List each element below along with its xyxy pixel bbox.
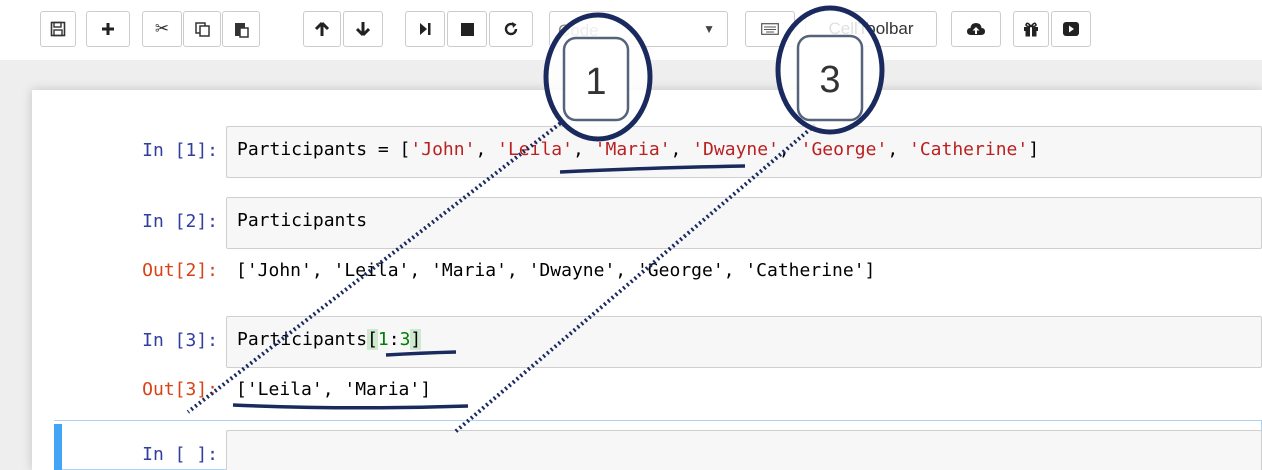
save-icon: [50, 21, 66, 37]
run-next-icon: [418, 22, 432, 36]
command-palette-button[interactable]: [745, 11, 795, 47]
restart-kernel-button[interactable]: [489, 11, 533, 47]
jupyter-notebook-screenshot: ✂ Code ▼ CellToolbar In [1]: Participant…: [0, 0, 1262, 470]
stop-icon: [460, 22, 474, 36]
empty-code-cell-input[interactable]: [226, 430, 1262, 470]
code-text: Participants[1:3]: [237, 329, 422, 350]
code-cell-input[interactable]: Participants = ['John', 'Leila', 'Maria'…: [226, 126, 1262, 178]
gift-button[interactable]: [1013, 11, 1049, 47]
celltoolbar-button[interactable]: CellToolbar: [805, 11, 937, 47]
interrupt-kernel-button[interactable]: [447, 11, 487, 47]
cell-type-select[interactable]: Code ▼: [549, 11, 728, 47]
move-cell-up-button[interactable]: [303, 11, 341, 47]
copy-button[interactable]: [183, 11, 221, 47]
input-prompt: In [ ]:: [142, 444, 218, 465]
code-cell-input[interactable]: Participants[1:3]: [226, 316, 1262, 368]
cloud-upload-icon: [966, 21, 986, 37]
scissors-icon: ✂: [154, 19, 170, 38]
code-text: Participants = ['John', 'Leila', 'Maria'…: [237, 139, 1040, 160]
cell-output: ['John', 'Leila', 'Maria', 'Dwayne', 'Ge…: [236, 260, 876, 281]
input-prompt: In [1]:: [142, 140, 218, 161]
youtube-icon: [1063, 22, 1079, 36]
restart-icon: [503, 21, 519, 37]
cell-type-value: Code: [558, 21, 599, 40]
insert-cell-button[interactable]: [86, 11, 130, 47]
upload-button[interactable]: [951, 11, 1001, 47]
input-prompt: In [2]:: [142, 211, 218, 232]
chevron-down-icon: ▼: [703, 22, 715, 36]
arrow-down-icon: [355, 21, 371, 37]
copy-icon: [194, 21, 211, 38]
run-cell-button[interactable]: [405, 11, 445, 47]
paste-button[interactable]: [222, 11, 260, 47]
save-button[interactable]: [40, 11, 76, 47]
code-text: Participants: [237, 210, 368, 231]
cell-output: ['Leila', 'Maria']: [236, 379, 432, 400]
celltoolbar-label: CellToolbar: [828, 19, 914, 38]
output-prompt: Out[2]:: [142, 260, 218, 281]
arrow-up-icon: [314, 21, 330, 37]
code-cell-input[interactable]: Participants: [226, 197, 1262, 249]
gift-icon: [1023, 21, 1039, 37]
output-prompt: Out[3]:: [142, 379, 218, 400]
presentation-button[interactable]: [1051, 11, 1091, 47]
cut-button[interactable]: ✂: [142, 11, 182, 47]
notebook-toolbar: ✂ Code ▼ CellToolbar: [0, 0, 1262, 60]
keyboard-icon: [761, 23, 779, 35]
plus-icon: [100, 21, 116, 37]
input-prompt: In [3]:: [142, 330, 218, 351]
paste-icon: [233, 21, 250, 38]
move-cell-down-button[interactable]: [343, 11, 383, 47]
